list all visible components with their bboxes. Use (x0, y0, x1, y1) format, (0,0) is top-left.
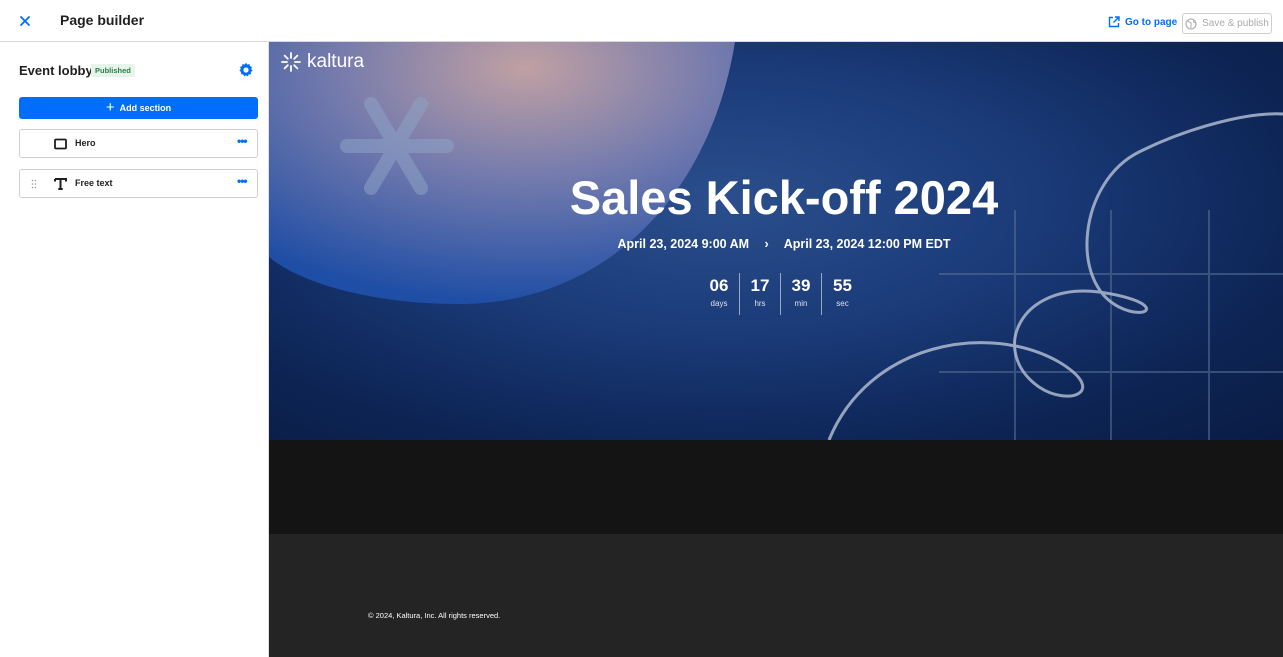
section-label: Free text (75, 178, 113, 188)
free-text-section[interactable] (269, 440, 1283, 534)
countdown-hours: 17 hrs (740, 273, 781, 315)
countdown-unit: days (710, 299, 728, 308)
page-name: Event lobby (19, 63, 93, 78)
external-link-icon (1108, 16, 1120, 28)
more-options-icon[interactable]: ••• (237, 174, 248, 188)
save-publish-button[interactable]: Save & publish (1182, 13, 1272, 34)
save-publish-label: Save & publish (1202, 18, 1269, 29)
event-start: April 23, 2024 9:00 AM (617, 237, 750, 251)
text-t-icon (54, 178, 67, 190)
event-dates: April 23, 2024 9:00 AM › April 23, 2024 … (269, 237, 1283, 251)
page-preview: kaltura Sales Kick-off 2024 April 23, 20… (269, 42, 1283, 657)
close-icon[interactable] (17, 13, 33, 29)
event-end: April 23, 2024 12:00 PM EDT (783, 237, 951, 251)
hero-section[interactable]: kaltura Sales Kick-off 2024 April 23, 20… (269, 42, 1283, 440)
more-options-icon[interactable]: ••• (237, 134, 248, 148)
section-item-free-text[interactable]: Free text ••• (19, 169, 258, 198)
countdown-minutes: 39 min (781, 273, 822, 315)
globe-icon (1185, 17, 1197, 30)
kaltura-logo: kaltura (281, 51, 364, 73)
copyright-text: © 2024, Kaltura, Inc. All rights reserve… (368, 611, 501, 620)
plus-icon: + (105, 98, 115, 116)
top-bar: Page builder Go to page Save & publish (0, 0, 1283, 42)
kaltura-logo-text: kaltura (307, 51, 365, 72)
chevron-right-icon: › (764, 237, 769, 251)
gear-icon[interactable] (238, 62, 254, 78)
kaltura-logo-icon (281, 52, 301, 72)
go-to-page-label: Go to page (1125, 16, 1178, 28)
go-to-page-link[interactable]: Go to page (1108, 16, 1177, 28)
countdown-unit: sec (836, 299, 849, 308)
drag-handle-icon[interactable] (31, 179, 37, 189)
page-footer: © 2024, Kaltura, Inc. All rights reserve… (269, 534, 1283, 657)
countdown-value: 17 (750, 276, 770, 295)
countdown-seconds: 55 sec (822, 273, 863, 315)
status-badge: Published (91, 64, 135, 77)
countdown-timer: 06 days 17 hrs 39 min 55 sec (699, 273, 863, 315)
sidebar: Event lobby Published + Add section Hero… (0, 42, 269, 657)
countdown-value: 39 (791, 276, 811, 295)
countdown-value: 06 (709, 276, 729, 295)
countdown-unit: min (794, 299, 808, 308)
hero-section-icon (54, 138, 67, 150)
countdown-value: 55 (833, 276, 852, 295)
section-item-hero[interactable]: Hero ••• (19, 129, 258, 158)
section-label: Hero (75, 138, 96, 148)
add-section-button[interactable]: + Add section (19, 97, 258, 119)
page-title: Page builder (60, 12, 145, 28)
countdown-unit: hrs (754, 299, 766, 308)
add-section-label: Add section (119, 103, 172, 113)
event-title: Sales Kick-off 2024 (569, 171, 999, 224)
countdown-days: 06 days (699, 273, 740, 315)
